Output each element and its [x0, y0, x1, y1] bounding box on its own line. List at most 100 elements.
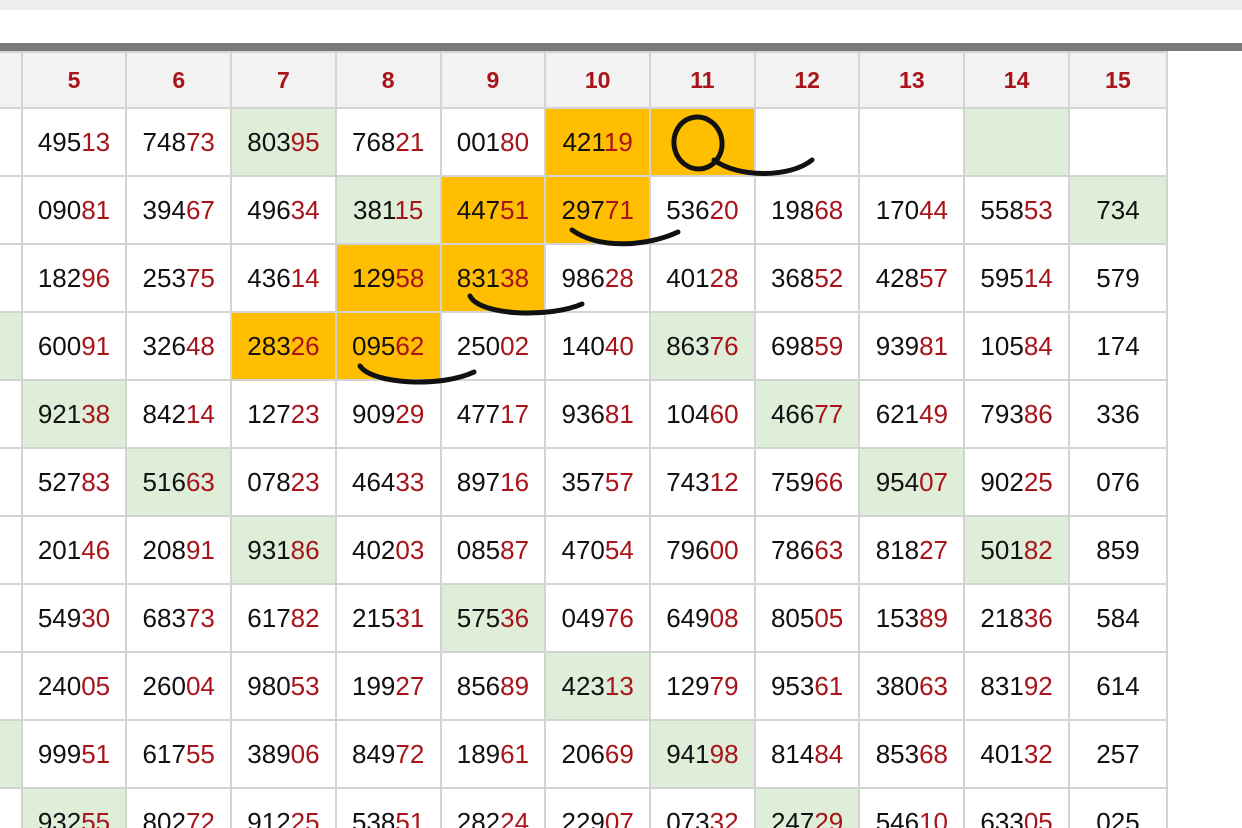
cell-value: 49634 [247, 194, 320, 225]
column-header: 11 [649, 51, 756, 109]
number-cell: 50182 [963, 515, 1070, 585]
number-cell: 76821 [334, 107, 442, 177]
number-cell: 08587 [439, 515, 547, 585]
number-cell: 12723 [230, 379, 337, 449]
number-cell [963, 107, 1070, 177]
cell-value: 22907 [561, 806, 634, 828]
cell-value: 92138 [37, 398, 111, 429]
number-cell: 734 [1067, 175, 1169, 245]
cell-value: 09562 [352, 330, 425, 361]
number-cell: 49634 [230, 175, 337, 245]
cell-value: 86376 [666, 330, 739, 361]
cell-value: 14040 [561, 330, 634, 361]
number-cell: 29771 [544, 175, 652, 245]
column-header: 5 [20, 51, 128, 109]
column-header: 14 [963, 51, 1070, 109]
number-cell: 40203 [334, 515, 442, 585]
number-cell: 69859 [753, 311, 861, 381]
column-header: 12 [753, 51, 861, 109]
cell-value: 28326 [247, 330, 320, 361]
number-cell: 85368 [858, 719, 966, 789]
cell-value: 52783 [37, 466, 111, 497]
number-cell: 99951 [20, 719, 128, 789]
number-cell: 336 [1067, 379, 1169, 449]
number-cell: 52783 [20, 447, 128, 517]
table-row: 92 49513 74873 80395 76821 00180 42119 [0, 107, 1169, 177]
cell-value: 90929 [352, 398, 425, 429]
number-cell: 20146 [20, 515, 128, 585]
number-cell: 38115 [334, 175, 442, 245]
number-cell: 49513 [20, 107, 128, 177]
number-cell: 95361 [753, 651, 861, 721]
cell-value: 38063 [875, 670, 948, 701]
header-rule [0, 43, 1242, 51]
cell-value: 07823 [247, 466, 320, 497]
number-cell: 98628 [544, 243, 652, 313]
cell-value: 69859 [770, 330, 844, 361]
cell-value: 76821 [352, 126, 425, 157]
cell-value: 68373 [142, 602, 215, 633]
number-cell: 21836 [963, 583, 1070, 653]
number-cell: 93681 [544, 379, 652, 449]
cell-value: 076 [1096, 466, 1140, 497]
cell-value: 12979 [666, 670, 739, 701]
cell-value: 80505 [770, 602, 844, 633]
number-cell: 93186 [230, 515, 337, 585]
cell-value: 46677 [770, 398, 844, 429]
cell-value: 89716 [456, 466, 530, 497]
number-cell: 859 [1067, 515, 1169, 585]
number-cell: 75966 [753, 447, 861, 517]
cell-value: 50182 [980, 534, 1053, 565]
number-cell: 12979 [649, 651, 756, 721]
cell-value: 20146 [37, 534, 111, 565]
column-header: 9 [439, 51, 547, 109]
table-row: 17 18296 25375 43614 12958 83138 98628 40128 368… [0, 243, 1169, 313]
cell-value: 85689 [456, 670, 530, 701]
cell-value: 21531 [352, 602, 425, 633]
number-cell: 20891 [125, 515, 233, 585]
column-header-row: 456789101112131415 [0, 51, 1169, 109]
number-cell: 81827 [858, 515, 966, 585]
column-header: 15 [1067, 51, 1169, 109]
number-cell: 174 [1067, 311, 1169, 381]
cell-value: 28224 [456, 806, 530, 828]
cell-value: 95407 [875, 466, 948, 497]
number-cell: 20669 [544, 719, 652, 789]
number-cell: 15389 [858, 583, 966, 653]
number-cell: 04 [0, 651, 23, 721]
cell-value: 47054 [561, 534, 634, 565]
number-cell: 80272 [125, 787, 233, 828]
cell-value: 53620 [666, 194, 739, 225]
cell-value: 10584 [980, 330, 1053, 361]
number-cell: 61755 [125, 719, 233, 789]
number-cell: 61782 [230, 583, 337, 653]
cell-value: 336 [1096, 398, 1140, 429]
number-cell: 13 [0, 515, 23, 585]
cell-value: 07332 [666, 806, 739, 828]
cell-value: 859 [1096, 534, 1140, 565]
number-cell: 19868 [753, 175, 861, 245]
number-cell: 53620 [649, 175, 756, 245]
results-table: 4567891011121314159249513748738039576821… [0, 51, 1169, 828]
number-cell: 10460 [649, 379, 756, 449]
cell-value: 26004 [142, 670, 215, 701]
cell-value: 00180 [456, 126, 530, 157]
number-cell: 38906 [230, 719, 337, 789]
column-header: 4 [0, 51, 23, 109]
number-cell: 43614 [230, 243, 337, 313]
cell-value: 12723 [247, 398, 320, 429]
number-cell: 89716 [439, 447, 547, 517]
number-cell: 51663 [125, 447, 233, 517]
number-cell: 62149 [858, 379, 966, 449]
cell-value: 25002 [456, 330, 530, 361]
number-cell: 25375 [125, 243, 233, 313]
number-cell: 81484 [753, 719, 861, 789]
number-cell [1067, 107, 1169, 177]
results-grid: 4567891011121314159249513748738039576821… [0, 51, 1242, 828]
cell-value: 98628 [561, 262, 634, 293]
number-cell: 46677 [753, 379, 861, 449]
top-bar [0, 0, 1242, 10]
cell-value: 99951 [37, 738, 111, 769]
cell-value: 78663 [770, 534, 844, 565]
cell-value: 09081 [37, 194, 111, 225]
